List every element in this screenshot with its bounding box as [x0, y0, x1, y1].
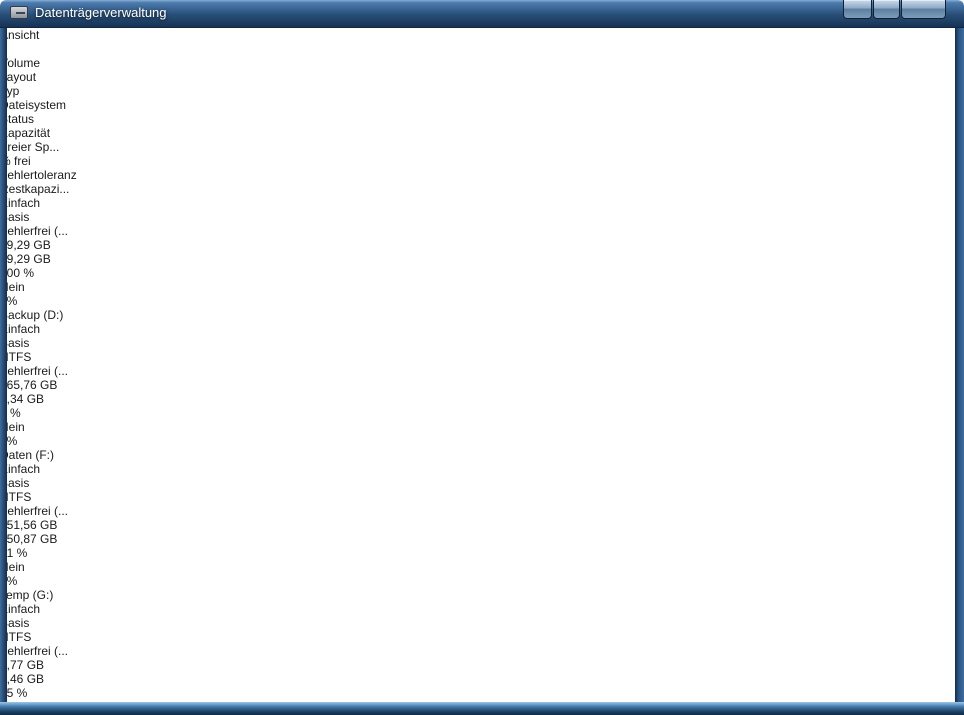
cell-restkapazitaet: 0%: [0, 434, 18, 448]
cell-volume: Backup (D:): [0, 308, 964, 322]
table-row[interactable]: Einfach Basis Fehlerfrei (... 29,29 GB 2…: [0, 196, 964, 308]
maximize-button[interactable]: [873, 0, 900, 19]
column-header-restkapazitaet[interactable]: Restkapazi...: [0, 182, 964, 196]
cell-typ: Basis: [0, 476, 30, 490]
title-bar[interactable]: Datenträgerverwaltung: [0, 0, 964, 28]
column-header-volume[interactable]: Volume: [0, 56, 964, 70]
column-header-freier-sp[interactable]: Freier Sp...: [0, 140, 964, 154]
volume-name: Backup (D:): [0, 308, 64, 322]
table-row[interactable]: Temp (G:) Einfach Basis NTFS Fehlerfrei …: [0, 588, 964, 715]
volume-list-header: Volume Layout Typ Dateisystem Status Kap…: [0, 56, 964, 196]
column-header-status[interactable]: Status: [0, 112, 964, 126]
window-frame-bottom: [0, 702, 964, 715]
screenshot: Datenträgerverwaltung Datei Aktion Ansic…: [0, 0, 964, 715]
volume-name: Temp (G:): [0, 588, 54, 602]
cell-layout: Einfach: [0, 602, 41, 616]
cell-freier-sp: 3,46 GB: [0, 672, 45, 686]
minimize-button[interactable]: [843, 0, 872, 19]
cell-layout: Einfach: [0, 196, 41, 210]
client-area: Datei Aktion Ansicht ? Volume Layout Typ…: [0, 0, 964, 715]
table-row[interactable]: Backup (D:) Einfach Basis NTFS Fehlerfre…: [0, 308, 964, 448]
table-row[interactable]: Daten (F:) Einfach Basis NTFS Fehlerfrei…: [0, 448, 964, 588]
cell-dateisystem: NTFS: [0, 630, 32, 644]
column-header-layout[interactable]: Layout: [0, 70, 964, 84]
cell-typ: Basis: [0, 616, 30, 630]
cell-status: Fehlerfrei (...: [0, 644, 69, 658]
cell-kapazitaet: 351,56 GB: [0, 518, 58, 532]
close-button[interactable]: [901, 0, 946, 19]
cell-kapazitaet: 29,29 GB: [0, 238, 51, 252]
window-frame-right: [955, 28, 964, 702]
disk-management-window: Datenträgerverwaltung Datei Aktion Ansic…: [0, 0, 964, 715]
cell-status: Fehlerfrei (...: [0, 504, 69, 518]
cell-pct-frei: 35 %: [0, 686, 28, 700]
cell-layout: Einfach: [0, 322, 41, 336]
cell-freier-sp: 250,87 GB: [0, 532, 58, 546]
cell-restkapazitaet: 0%: [0, 574, 18, 588]
menu-ansicht[interactable]: Ansicht: [0, 28, 964, 42]
cell-kapazitaet: 465,76 GB: [0, 378, 58, 392]
cell-status: Fehlerfrei (...: [0, 224, 69, 238]
cell-volume: Temp (G:): [0, 588, 964, 602]
cell-pct-frei: 71 %: [0, 546, 28, 560]
window-controls: [843, 0, 946, 19]
cell-fehlertoleranz: Nein: [0, 420, 25, 434]
column-header-typ[interactable]: Typ: [0, 84, 964, 98]
column-header-fehlertoleranz[interactable]: Fehlertoleranz: [0, 168, 964, 182]
cell-status: Fehlerfrei (...: [0, 364, 69, 378]
column-header-pct-frei[interactable]: % frei: [0, 154, 964, 168]
column-header-dateisystem[interactable]: Dateisystem: [0, 98, 964, 112]
window-frame-left: [0, 28, 7, 702]
cell-fehlertoleranz: Nein: [0, 560, 25, 574]
column-header-kapazitaet[interactable]: Kapazität: [0, 126, 964, 140]
cell-fehlertoleranz: Nein: [0, 280, 25, 294]
cell-dateisystem: NTFS: [0, 350, 32, 364]
volume-list: Volume Layout Typ Dateisystem Status Kap…: [0, 56, 964, 715]
menu-hilfe[interactable]: ?: [0, 42, 964, 56]
cell-layout: Einfach: [0, 462, 41, 476]
window-title: Datenträgerverwaltung: [35, 5, 167, 20]
cell-dateisystem: NTFS: [0, 490, 32, 504]
cell-pct-frei: 100 %: [0, 266, 35, 280]
cell-kapazitaet: 9,77 GB: [0, 658, 45, 672]
cell-typ: Basis: [0, 336, 30, 350]
app-icon: [10, 6, 28, 19]
cell-restkapazitaet: 0%: [0, 294, 18, 308]
cell-freier-sp: 3,34 GB: [0, 392, 45, 406]
cell-freier-sp: 29,29 GB: [0, 252, 51, 266]
volume-name: Daten (F:): [0, 448, 55, 462]
cell-volume: Daten (F:): [0, 448, 964, 462]
cell-pct-frei: 1 %: [0, 406, 21, 420]
cell-typ: Basis: [0, 210, 30, 224]
